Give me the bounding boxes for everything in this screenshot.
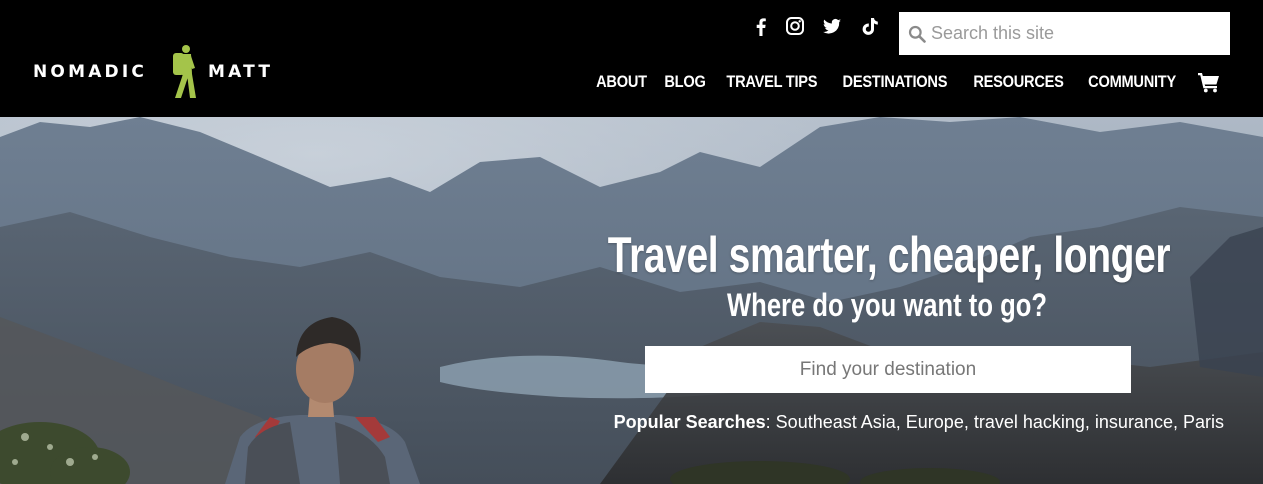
main-nav: ABOUT BLOG TRAVEL TIPS DESTINATIONS RESO…: [592, 68, 1221, 96]
hero-title: Travel smarter, cheaper, longer: [607, 227, 1171, 283]
twitter-icon[interactable]: [822, 16, 844, 40]
site-logo[interactable]: NOMADIC MATT: [33, 44, 283, 100]
logo-text-matt: MATT: [208, 62, 274, 82]
hero-subtitle: Where do you want to go?: [727, 287, 1047, 323]
site-header: NOMADIC MATT Search this site ABOUT BLOG…: [0, 0, 1263, 117]
instagram-icon[interactable]: [785, 16, 807, 40]
nav-item-resources[interactable]: RESOURCES: [973, 72, 1064, 92]
nav-item-about[interactable]: ABOUT: [596, 72, 647, 92]
popular-searches: Popular Searches: Southeast Asia, Europe…: [613, 412, 1224, 432]
nav-item-blog[interactable]: BLOG: [664, 72, 705, 92]
popular-searches-label: Popular Searches: [613, 412, 766, 432]
search-icon: [908, 25, 926, 43]
popular-link-southeast-asia[interactable]: Southeast Asia: [776, 412, 896, 432]
destination-search-input[interactable]: [645, 346, 1131, 393]
hero-section: Travel smarter, cheaper, longer Where do…: [0, 117, 1263, 484]
popular-link-europe[interactable]: Europe: [906, 412, 964, 432]
nav-item-destinations[interactable]: DESTINATIONS: [843, 72, 948, 92]
logo-text-nomadic: NOMADIC: [33, 62, 148, 82]
hiker-logo-icon: [173, 45, 196, 98]
tiktok-icon[interactable]: [860, 16, 882, 40]
nav-item-travel-tips[interactable]: TRAVEL TIPS: [726, 72, 817, 92]
site-search-input[interactable]: [931, 23, 1221, 44]
facebook-icon[interactable]: [751, 16, 773, 40]
popular-link-insurance[interactable]: insurance: [1095, 412, 1173, 432]
shopping-cart-icon[interactable]: [1197, 71, 1221, 93]
popular-searches-separator: :: [765, 412, 776, 432]
site-search-box[interactable]: [899, 12, 1230, 55]
nav-item-community[interactable]: COMMUNITY: [1088, 72, 1176, 92]
popular-link-paris[interactable]: Paris: [1183, 412, 1224, 432]
popular-link-travel-hacking[interactable]: travel hacking: [974, 412, 1085, 432]
